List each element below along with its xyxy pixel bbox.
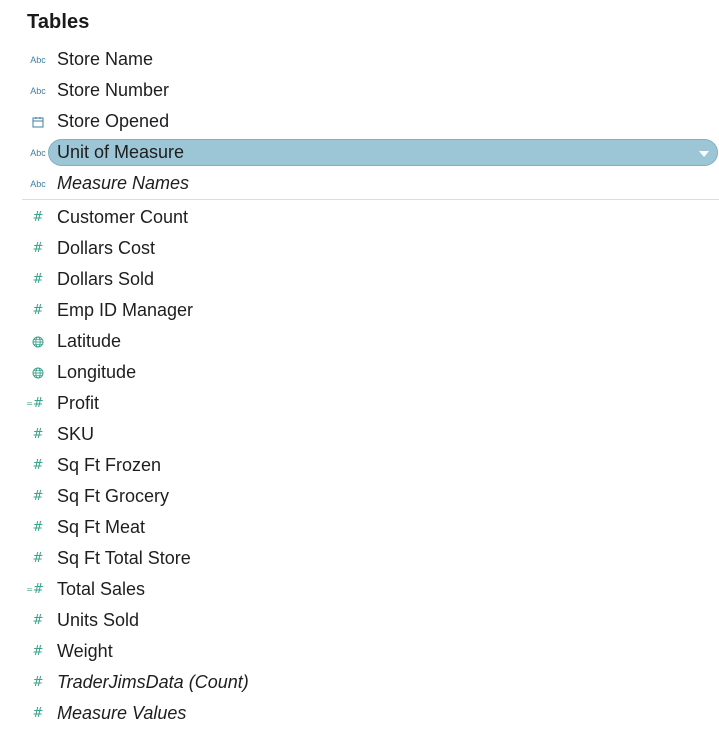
field-store-number[interactable]: Abc Store Number xyxy=(0,75,719,106)
number-icon: # xyxy=(32,458,44,473)
field-label: Longitude xyxy=(57,362,137,382)
field-emp-id-manager[interactable]: # Emp ID Manager xyxy=(0,295,719,326)
field-customer-count[interactable]: # Customer Count xyxy=(0,202,719,233)
field-label: Sq Ft Frozen xyxy=(57,455,162,475)
globe-icon xyxy=(28,326,48,357)
field-label: SKU xyxy=(57,424,95,444)
field-total-sales[interactable]: = # Total Sales xyxy=(0,574,719,605)
field-label: Customer Count xyxy=(57,207,189,227)
field-label: Profit xyxy=(57,393,100,413)
field-label: Weight xyxy=(57,641,113,661)
number-icon: # xyxy=(32,520,44,535)
field-label: Sq Ft Meat xyxy=(57,517,146,537)
globe-icon xyxy=(28,357,48,388)
field-store-name[interactable]: Abc Store Name xyxy=(0,44,719,75)
field-label: Total Sales xyxy=(57,579,146,599)
number-icon: # xyxy=(32,303,44,318)
number-icon: # xyxy=(32,489,44,504)
field-label: Store Name xyxy=(57,49,154,69)
field-dollars-sold[interactable]: # Dollars Sold xyxy=(0,264,719,295)
field-label: Dollars Cost xyxy=(57,238,156,258)
number-icon: # xyxy=(32,675,44,690)
field-longitude[interactable]: Longitude xyxy=(0,357,719,388)
field-label: TraderJimsData (Count) xyxy=(57,672,249,692)
number-icon: # xyxy=(32,706,44,721)
field-sq-ft-meat[interactable]: # Sq Ft Meat xyxy=(0,512,719,543)
field-label: Store Number xyxy=(57,80,170,100)
field-traderjimsdata-count[interactable]: # TraderJimsData (Count) xyxy=(0,667,719,698)
number-icon: # xyxy=(32,644,44,659)
field-unit-of-measure[interactable]: Abc Unit of Measure xyxy=(0,137,719,168)
calendar-icon xyxy=(28,106,48,137)
calculated-number-icon: = # xyxy=(26,396,44,411)
field-label: Measure Values xyxy=(57,703,187,723)
number-icon: # xyxy=(32,272,44,287)
field-label: Emp ID Manager xyxy=(57,300,194,320)
field-store-opened[interactable]: Store Opened xyxy=(0,106,719,137)
field-label: Dollars Sold xyxy=(57,269,155,289)
field-label: Units Sold xyxy=(57,610,140,630)
abc-string-icon: Abc xyxy=(30,85,46,96)
field-profit[interactable]: = # Profit xyxy=(0,388,719,419)
field-measure-names[interactable]: Abc Measure Names xyxy=(0,168,719,199)
field-label: Measure Names xyxy=(57,173,190,193)
field-label: Sq Ft Total Store xyxy=(57,548,191,568)
field-latitude[interactable]: Latitude xyxy=(0,326,719,357)
number-icon: # xyxy=(32,613,44,628)
field-units-sold[interactable]: # Units Sold xyxy=(0,605,719,636)
field-sq-ft-frozen[interactable]: # Sq Ft Frozen xyxy=(0,450,719,481)
field-sq-ft-total-store[interactable]: # Sq Ft Total Store xyxy=(0,543,719,574)
abc-string-icon: Abc xyxy=(30,54,46,65)
panel-title: Tables xyxy=(27,11,90,33)
field-weight[interactable]: # Weight xyxy=(0,636,719,667)
number-icon: # xyxy=(32,427,44,442)
calculated-number-icon: = # xyxy=(26,582,44,597)
abc-string-icon: Abc xyxy=(30,178,46,189)
field-list: Abc Store Name Abc Store Number Store Op… xyxy=(0,44,719,729)
field-measure-values[interactable]: # Measure Values xyxy=(0,698,719,729)
field-label: Unit of Measure xyxy=(57,142,185,162)
number-icon: # xyxy=(32,551,44,566)
abc-string-icon: Abc xyxy=(30,147,46,158)
field-dollars-cost[interactable]: # Dollars Cost xyxy=(0,233,719,264)
field-sq-ft-grocery[interactable]: # Sq Ft Grocery xyxy=(0,481,719,512)
field-label: Latitude xyxy=(57,331,122,351)
field-label: Sq Ft Grocery xyxy=(57,486,170,506)
field-sku[interactable]: # SKU xyxy=(0,419,719,450)
field-label: Store Opened xyxy=(57,111,170,131)
number-icon: # xyxy=(32,210,44,225)
dropdown-caret-icon[interactable] xyxy=(699,151,709,157)
number-icon: # xyxy=(32,241,44,256)
dimension-measure-divider xyxy=(22,199,719,200)
